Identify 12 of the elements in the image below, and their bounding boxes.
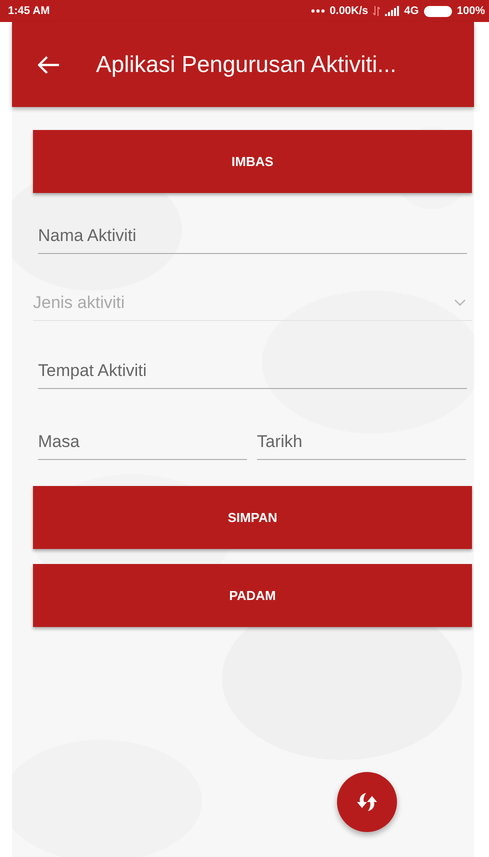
input-field[interactable]: Nama Aktiviti [38, 218, 467, 254]
battery-level: 100% [456, 5, 485, 17]
action-button[interactable]: PADAM [33, 564, 472, 627]
input-field[interactable]: Masa [38, 424, 247, 460]
scan-button[interactable]: IMBAS [33, 130, 472, 193]
app-title: Aplikasi Pengurusan Aktiviti... [96, 51, 396, 78]
input-field[interactable]: Tempat Aktiviti [38, 353, 467, 389]
action-button[interactable]: SIMPAN [33, 486, 472, 549]
status-time: 1:45 AM [8, 5, 50, 17]
network-speed: 0.00K/s [330, 5, 368, 17]
network-type: 4G [404, 5, 419, 17]
input-field[interactable]: Tarikh [257, 424, 466, 460]
